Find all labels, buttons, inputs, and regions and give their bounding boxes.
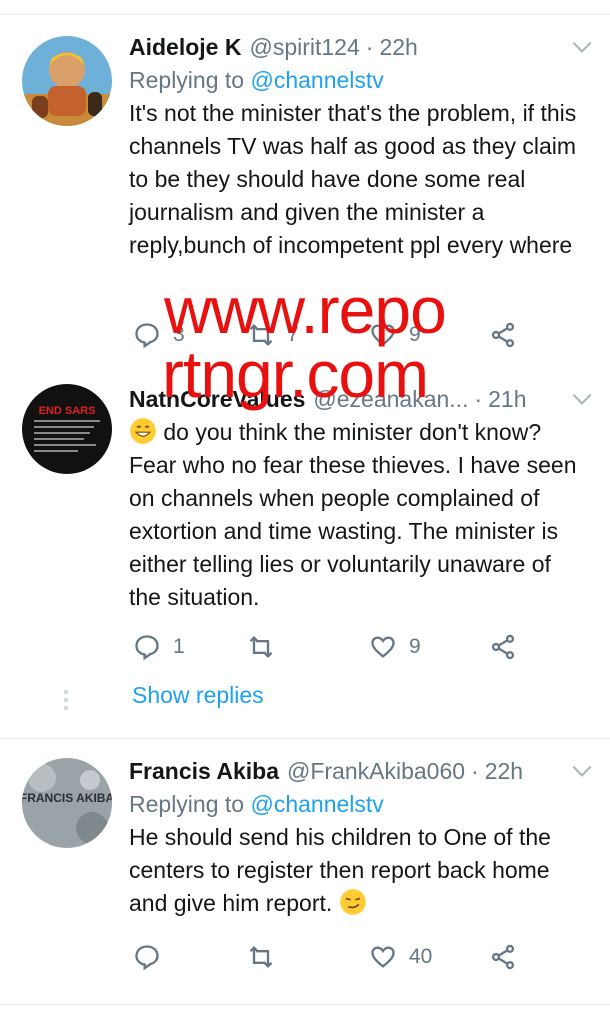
timestamp[interactable]: 22h <box>485 758 523 785</box>
retweet-button[interactable] <box>247 630 287 664</box>
retweet-icon <box>249 636 273 658</box>
chevron-down-icon[interactable] <box>569 386 595 412</box>
avatar[interactable] <box>22 36 112 126</box>
share-icon <box>491 944 515 970</box>
user-handle[interactable]: @FrankAkiba060 <box>287 758 465 785</box>
heart-icon <box>371 946 395 968</box>
share-button[interactable] <box>489 940 517 974</box>
reply-button[interactable] <box>133 940 173 974</box>
avatar[interactable]: END SARS <box>22 384 112 474</box>
share-icon <box>491 322 515 348</box>
chevron-down-icon[interactable] <box>569 34 595 60</box>
top-divider <box>0 14 610 15</box>
retweet-icon <box>249 946 273 968</box>
timestamp[interactable]: 22h <box>379 34 417 61</box>
avatar[interactable]: FRANCIS AKIBA <box>22 758 112 848</box>
like-button[interactable]: 40 <box>369 940 432 974</box>
like-button[interactable]: 9 <box>369 630 421 664</box>
tweet-francis-akiba[interactable]: FRANCIS AKIBA Francis Akiba @FrankAkiba0… <box>0 754 610 994</box>
share-button[interactable] <box>489 630 517 664</box>
mention-link[interactable]: @channelstv <box>250 67 383 93</box>
replying-to: Replying to @channelstv <box>129 64 589 97</box>
action-bar: 40 <box>129 940 529 974</box>
avatar-text: FRANCIS AKIBA <box>22 791 112 805</box>
like-count: 40 <box>409 945 433 968</box>
user-handle[interactable]: @spirit124 <box>249 34 359 61</box>
reply-icon <box>135 635 159 661</box>
tweet-text: It's not the minister that's the problem… <box>129 100 577 258</box>
reply-count: 1 <box>173 635 185 658</box>
tweet-text: do you think the minister don't know? Fe… <box>129 416 589 614</box>
tweet-text: He should send his children to One of th… <box>129 821 589 920</box>
replying-to: Replying to @channelstv <box>129 788 589 821</box>
tweet-header: Aideloje K @spirit124 · 22h <box>129 30 589 64</box>
mention-link[interactable]: @channelstv <box>250 791 383 817</box>
separator-dot: · <box>474 385 483 412</box>
chevron-down-icon[interactable] <box>569 758 595 784</box>
watermark-line-1: www.repo <box>164 273 447 347</box>
replying-prefix: Replying to <box>129 67 245 93</box>
reply-button[interactable]: 1 <box>133 630 185 664</box>
action-bar: 1 9 <box>129 630 529 664</box>
reply-icon <box>135 945 159 971</box>
avatar-text: END SARS <box>39 405 96 417</box>
like-count: 9 <box>409 635 421 658</box>
share-icon <box>491 634 515 660</box>
divider <box>0 1004 610 1005</box>
share-button[interactable] <box>489 318 517 352</box>
watermark-line-2: rtngr.com <box>162 337 429 411</box>
timestamp[interactable]: 21h <box>488 386 526 413</box>
tweet-body-text: do you think the minister don't know? Fe… <box>129 419 577 610</box>
grinning-face-icon <box>130 418 156 444</box>
separator-dot: · <box>365 33 374 60</box>
display-name[interactable]: Aideloje K <box>129 34 241 61</box>
thread-connector <box>64 690 68 712</box>
tweet-nathcorevalues[interactable]: END SARS NathCoreValues @ezeanakan... · … <box>0 382 610 672</box>
tweet-header: Francis Akiba @FrankAkiba060 · 22h <box>129 754 589 788</box>
divider <box>0 738 610 739</box>
display-name[interactable]: Francis Akiba <box>129 758 279 785</box>
heart-icon <box>371 636 395 658</box>
show-replies-link[interactable]: Show replies <box>132 682 264 709</box>
separator-dot: · <box>471 757 479 784</box>
smirking-face-icon <box>339 889 366 915</box>
retweet-button[interactable] <box>247 940 287 974</box>
watermark: www.repo rtngr.com <box>150 273 447 411</box>
replying-prefix: Replying to <box>129 791 245 817</box>
